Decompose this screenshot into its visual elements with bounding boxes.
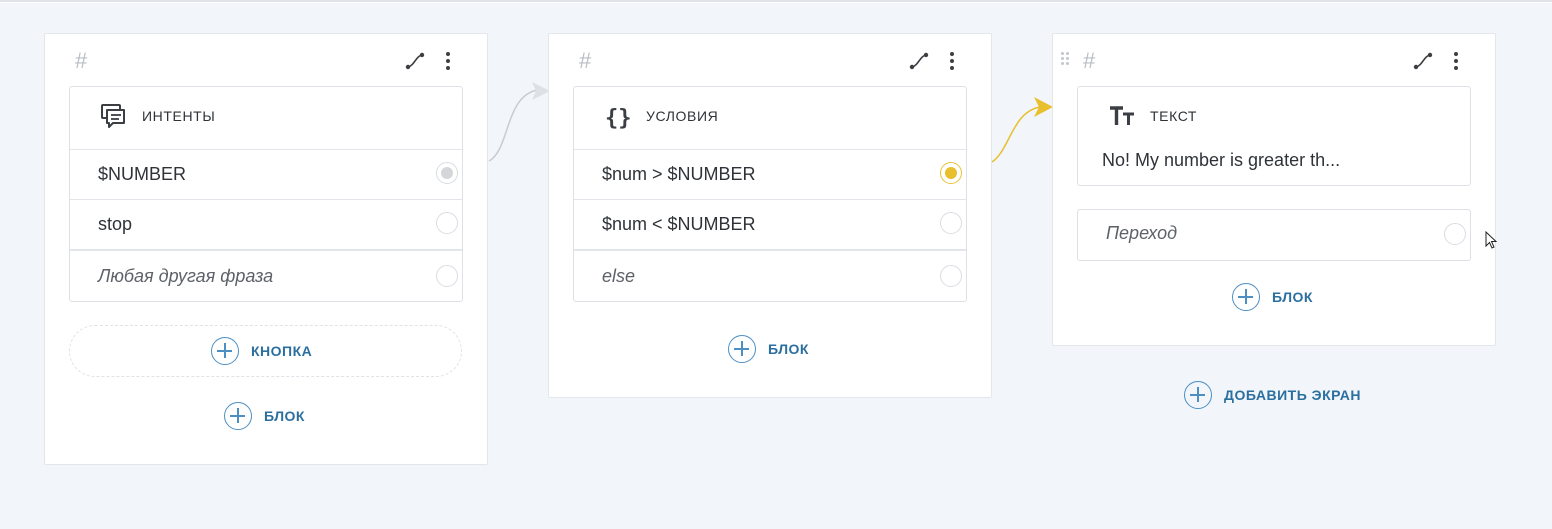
add-block-button[interactable]: блок — [1232, 283, 1313, 311]
more-menu-icon[interactable] — [1445, 50, 1467, 72]
transition-handle[interactable] — [436, 162, 458, 184]
more-menu-icon[interactable] — [941, 50, 963, 72]
connect-icon[interactable] — [1412, 50, 1434, 72]
condition-label: $num > $NUMBER — [602, 164, 756, 184]
add-button-content: кнопка — [211, 337, 312, 365]
transition-block[interactable]: Переход — [1077, 209, 1471, 261]
transition-handle[interactable] — [436, 212, 458, 234]
add-button-button[interactable]: кнопка — [69, 325, 462, 377]
conditions-block-header: {} условия — [574, 87, 966, 150]
add-screen-button[interactable]: добавить экран — [1184, 381, 1361, 409]
svg-text:{}: {} — [605, 106, 632, 131]
text-preview: No! My number is greater th... — [1102, 150, 1341, 170]
text-format-icon — [1110, 106, 1134, 125]
plus-circle-icon — [1184, 381, 1212, 409]
screen-header: # — [1053, 34, 1495, 86]
screen-text[interactable]: # текст No! My number is greater th... П… — [1052, 33, 1496, 346]
plus-circle-icon — [211, 337, 239, 365]
add-block-label: блок — [768, 341, 809, 357]
link-conditions-arrowhead — [1034, 97, 1053, 117]
intent-label: stop — [98, 214, 133, 234]
connect-icon[interactable] — [908, 50, 930, 72]
connect-icon[interactable] — [404, 50, 426, 72]
intent-row[interactable]: $NUMBER — [70, 150, 462, 200]
intent-row[interactable]: stop — [70, 200, 462, 250]
transition-handle[interactable] — [940, 212, 962, 234]
block-title: текст — [1150, 108, 1198, 124]
intents-block[interactable]: интенты $NUMBER stop Любая другая фраза — [69, 86, 463, 302]
text-block[interactable]: текст No! My number is greater th... — [1077, 86, 1471, 186]
screen-hash[interactable]: # — [579, 48, 591, 74]
screen-hash[interactable]: # — [75, 48, 87, 74]
transition-handle[interactable] — [436, 265, 458, 287]
transition-handle[interactable] — [1444, 223, 1466, 245]
else-row[interactable]: else — [574, 250, 966, 301]
condition-label: $num < $NUMBER — [602, 214, 756, 234]
fallback-label: Любая другая фраза — [98, 266, 274, 286]
more-menu-icon[interactable] — [437, 50, 459, 72]
plus-circle-icon — [224, 402, 252, 430]
add-button-label: кнопка — [251, 343, 313, 359]
braces-icon: {} — [605, 106, 632, 131]
add-screen-label: добавить экран — [1224, 387, 1362, 403]
top-divider-highlight — [0, 2, 1552, 3]
screen-header: # — [549, 34, 991, 86]
screen-hash[interactable]: # — [1083, 48, 1095, 74]
add-block-label: блок — [1272, 289, 1313, 305]
intents-block-header: интенты — [70, 87, 462, 150]
conditions-block[interactable]: {} условия $num > $NUMBER $num < $NUMBER… — [573, 86, 967, 302]
screen-intents[interactable]: # интенты $NUMBER stop Любая д — [44, 33, 488, 465]
add-block-button[interactable]: блок — [728, 335, 809, 363]
plus-circle-icon — [728, 335, 756, 363]
add-block-label: блок — [264, 408, 305, 424]
intent-label: $NUMBER — [98, 164, 187, 184]
block-title: условия — [646, 108, 719, 124]
link-intents-to-conditions — [488, 89, 539, 162]
plus-circle-icon — [1232, 283, 1260, 311]
transition-placeholder: Переход — [1106, 223, 1178, 243]
transition-handle[interactable] — [940, 265, 962, 287]
link-conditions-to-text — [991, 106, 1041, 163]
chat-bubbles-icon — [101, 104, 125, 128]
fallback-row[interactable]: Любая другая фраза — [70, 250, 462, 301]
add-block-button[interactable]: блок — [224, 402, 305, 430]
screen-header: # — [45, 34, 487, 86]
mouse-cursor-icon — [1485, 231, 1498, 249]
screen-conditions[interactable]: # {} условия $num > $NUMBER $num < $NUMB… — [548, 33, 992, 398]
block-title: интенты — [142, 108, 216, 124]
transition-handle[interactable] — [940, 162, 962, 184]
condition-row[interactable]: $num < $NUMBER — [574, 200, 966, 250]
drag-handle-icon[interactable] — [1061, 52, 1071, 68]
else-label: else — [602, 266, 636, 286]
condition-row[interactable]: $num > $NUMBER — [574, 150, 966, 200]
